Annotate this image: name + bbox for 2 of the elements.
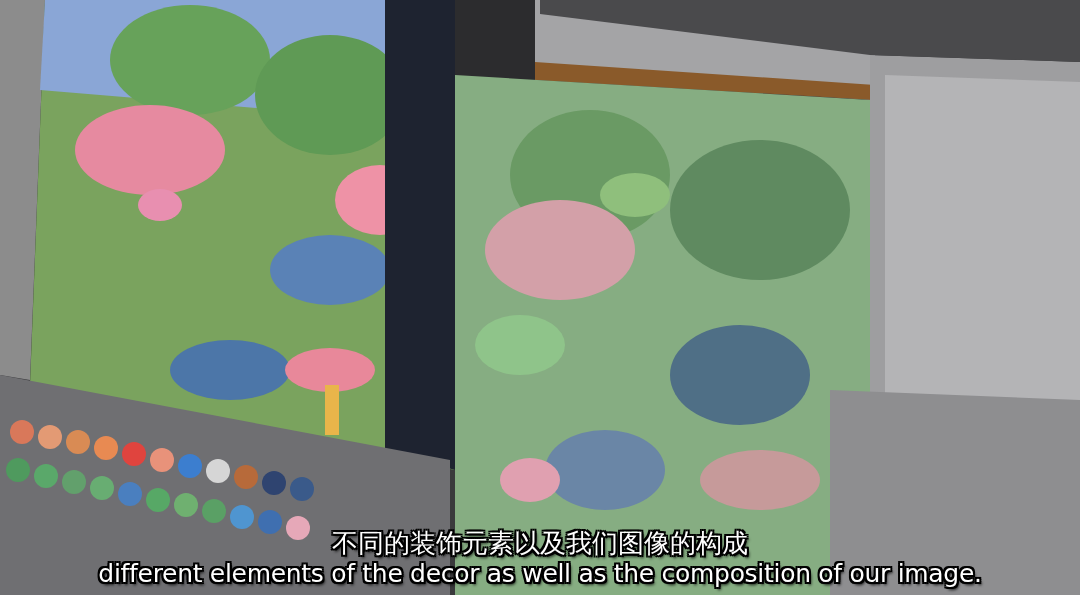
subtitle-line: different elements of the decor as well as the composition of our image. <box>98 559 982 589</box>
subtitle-line: 不同的装饰元素以及我们图像的构成 <box>332 527 748 559</box>
